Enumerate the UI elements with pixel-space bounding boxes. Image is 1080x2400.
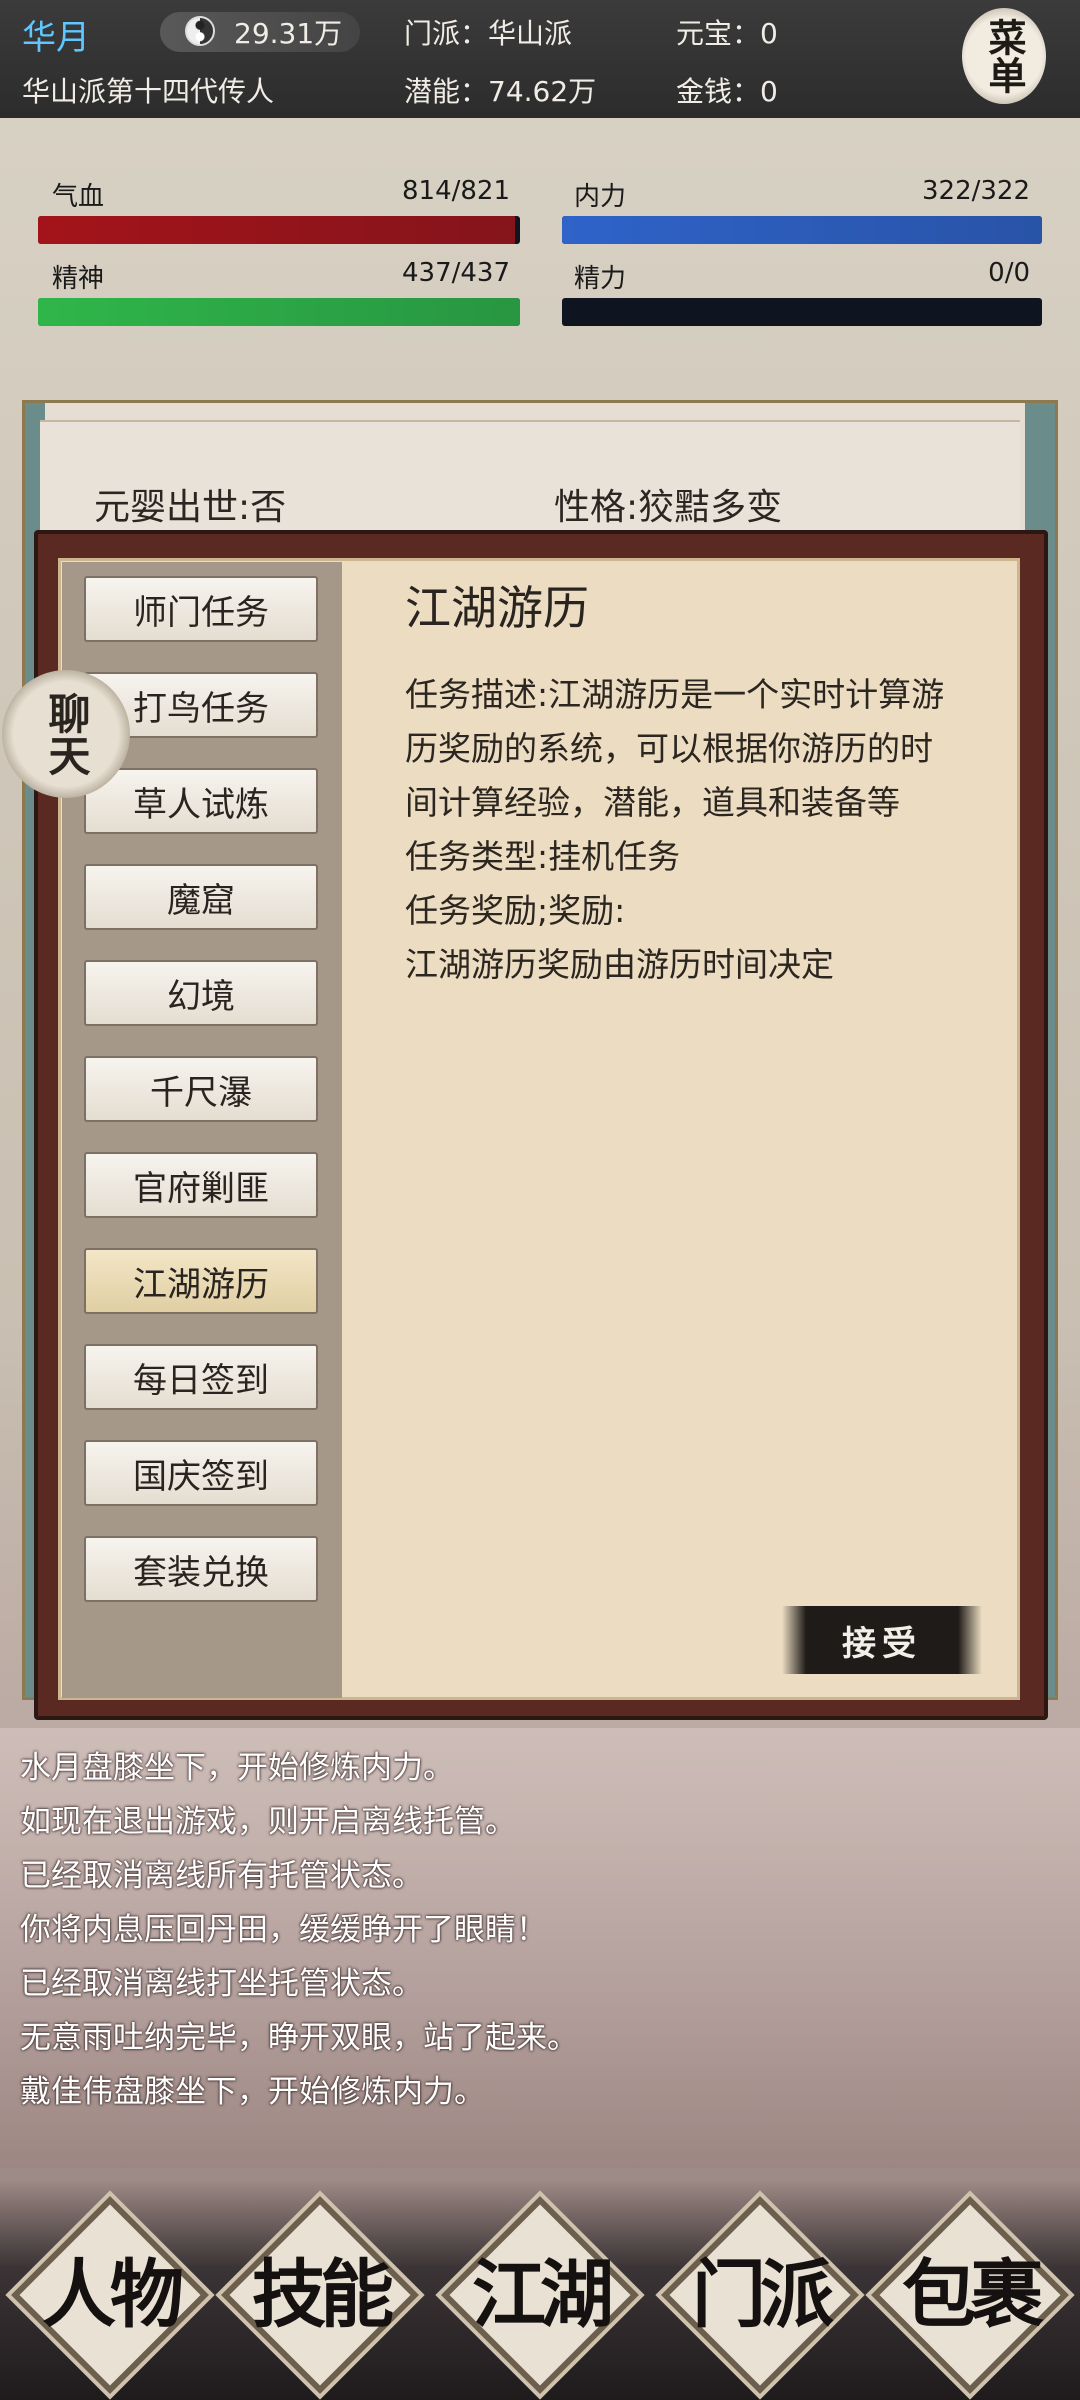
- neili-value: 322/322: [921, 176, 1030, 206]
- hp-bar: [38, 216, 520, 244]
- tab-meiri-qiandao[interactable]: 每日签到: [84, 1344, 318, 1410]
- nav-label: 人物: [42, 2252, 184, 2338]
- log-line: 已经取消离线所有托管状态。: [20, 1858, 423, 1894]
- jingshen-value: 437/437: [401, 258, 510, 288]
- nav-label: 门派: [692, 2252, 834, 2338]
- yinyang-icon: [185, 16, 215, 46]
- task-reward-line: 任务奖励;奖励:: [405, 891, 626, 930]
- hp-bar-fill: [38, 216, 516, 244]
- jingshen-label: 精神: [52, 264, 105, 294]
- gold-text: 金钱：0: [676, 75, 778, 108]
- jingli-label: 精力: [574, 264, 627, 294]
- task-desc-line: 任务描述:江湖游历是一个实时计算游: [405, 675, 945, 714]
- player-title: 华山派第十四代传人: [22, 75, 275, 108]
- sect-text: 门派：华山派: [404, 17, 573, 50]
- nav-jianghu[interactable]: 江湖: [440, 2196, 640, 2394]
- menu-button[interactable]: 菜单: [962, 8, 1046, 104]
- nav-character[interactable]: 人物: [10, 2196, 210, 2394]
- nav-label: 技能: [252, 2252, 394, 2338]
- task-desc-line: 间计算经验，潜能，道具和装备等: [405, 783, 900, 822]
- yuanbao-text: 元宝：0: [676, 17, 778, 50]
- jingshen-bar-fill: [38, 298, 520, 326]
- yuanying-status: 元婴出世:否: [94, 487, 287, 528]
- top-header: 华月 29.31万 门派：华山派 元宝：0 华山派第十四代传人 潜能：74.62…: [0, 0, 1080, 118]
- log-line: 戴佳伟盘膝坐下，开始修炼内力。: [20, 2074, 485, 2110]
- tab-caoren[interactable]: 草人试炼: [84, 768, 318, 834]
- tab-jianghu-youli[interactable]: 江湖游历: [84, 1248, 318, 1314]
- neili-label: 内力: [574, 182, 627, 212]
- tab-moku[interactable]: 魔窟: [84, 864, 318, 930]
- accept-button[interactable]: 接受: [782, 1606, 982, 1674]
- jingshen-bar: [38, 298, 520, 326]
- tab-taozhuang-duihuan[interactable]: 套装兑换: [84, 1536, 318, 1602]
- neili-bar: [562, 216, 1042, 244]
- log-line: 如现在退出游戏，则开启离线托管。: [20, 1804, 516, 1840]
- log-line: 无意雨吐纳完毕，睁开双眼，站了起来。: [20, 2020, 578, 2056]
- nav-sect[interactable]: 门派: [660, 2196, 860, 2394]
- task-desc-line: 历奖励的系统，可以根据你游历的时: [405, 729, 933, 768]
- log-line: 水月盘膝坐下，开始修炼内力。: [20, 1750, 454, 1786]
- tab-qianchipu[interactable]: 千尺瀑: [84, 1056, 318, 1122]
- nav-label: 江湖: [472, 2252, 614, 2338]
- tab-guanfu[interactable]: 官府剿匪: [84, 1152, 318, 1218]
- money-value: 29.31万: [234, 17, 343, 50]
- personality-text: 性格:狡黠多变: [554, 487, 783, 528]
- player-name[interactable]: 华月: [22, 10, 90, 59]
- task-type-line: 任务类型:挂机任务: [405, 837, 681, 876]
- jingli-bar: [562, 298, 1042, 326]
- chat-button[interactable]: 聊天: [2, 670, 130, 798]
- nav-skills[interactable]: 技能: [220, 2196, 420, 2394]
- tab-huanjing[interactable]: 幻境: [84, 960, 318, 1026]
- task-reward-detail: 江湖游历奖励由游历时间决定: [405, 945, 834, 984]
- log-line: 你将内息压回丹田，缓缓睁开了眼睛！: [20, 1912, 547, 1948]
- tab-shimen[interactable]: 师门任务: [84, 576, 318, 642]
- tab-guoqing-qiandao[interactable]: 国庆签到: [84, 1440, 318, 1506]
- hp-label: 气血: [52, 182, 105, 212]
- log-line: 已经取消离线打坐托管状态。: [20, 1966, 423, 2002]
- jingli-value: 0/0: [988, 258, 1030, 288]
- nav-label: 包裹: [902, 2252, 1044, 2338]
- nav-inventory[interactable]: 包裹: [870, 2196, 1070, 2394]
- hp-value: 814/821: [401, 176, 510, 206]
- task-title: 江湖游历: [405, 581, 589, 635]
- potential-text: 潜能：74.62万: [404, 75, 597, 108]
- neili-bar-fill: [562, 216, 1042, 244]
